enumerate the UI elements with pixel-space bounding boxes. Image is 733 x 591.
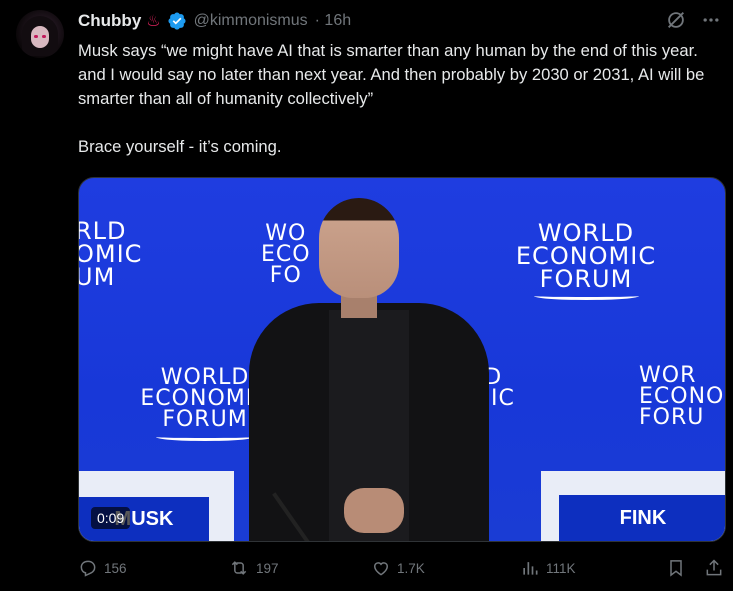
like-count: 1.7K [397,560,425,576]
wef-text: FORUM [539,264,633,293]
bookmark-button[interactable] [666,558,686,578]
action-bar: 156 197 1.7K 111K [78,558,726,582]
wef-arc [533,292,639,301]
more-icon[interactable] [701,10,721,30]
repost-button[interactable]: 197 [228,558,279,578]
wef-logo: RLD OMIC UM [78,219,142,291]
nameplate-right-text: FINK [619,506,667,529]
speaker-head [319,198,399,298]
wef-arc [156,433,254,441]
header-actions [665,9,721,31]
tweet-text: Musk says “we might have AI that is smar… [78,39,726,159]
share-icon [706,559,722,576]
views-icon [523,562,538,575]
speaker [249,198,489,541]
tweet-paragraph: Brace yourself - it’s coming. [78,137,282,156]
verified-badge-icon [168,12,186,30]
like-button[interactable]: 1.7K [371,558,425,578]
wef-logo: WORLD ECONOMIC FORUM [511,221,661,301]
share-button[interactable] [704,558,724,578]
reply-icon [80,560,96,577]
author-handle[interactable]: @kimmonismus [194,12,308,30]
tweet-time[interactable]: · 16h [315,12,351,30]
like-icon [373,562,389,576]
bookmark-icon [670,560,682,577]
wef-logo: WOR ECONO FORU [639,365,724,430]
wef-text: UM [78,262,116,291]
tweet-header: Chubby ♨ @kimmonismus · 16h [78,9,351,33]
wef-text: FORU [639,404,705,430]
grok-icon[interactable] [665,9,687,31]
author-name[interactable]: Chubby [78,11,141,31]
repost-count: 197 [256,560,279,576]
reply-button[interactable]: 156 [78,558,127,578]
views-button[interactable]: 111K [520,558,576,578]
reply-count: 156 [104,560,127,576]
nameplate-right: FINK [559,495,725,541]
avatar-eye-left [34,35,38,38]
video-duration: 0:09 [91,507,131,529]
avatar-eye-right [42,35,46,38]
tweet-paragraph: Musk says “we might have AI that is smar… [78,41,705,108]
speaker-hands [344,488,404,533]
video-player[interactable]: RLD OMIC UM WO ECO FO WORLD ECONOMIC FOR… [78,177,726,542]
avatar[interactable] [16,10,64,58]
views-count: 111K [546,560,576,576]
repost-icon [231,561,247,575]
author-emoji: ♨ [146,13,161,30]
